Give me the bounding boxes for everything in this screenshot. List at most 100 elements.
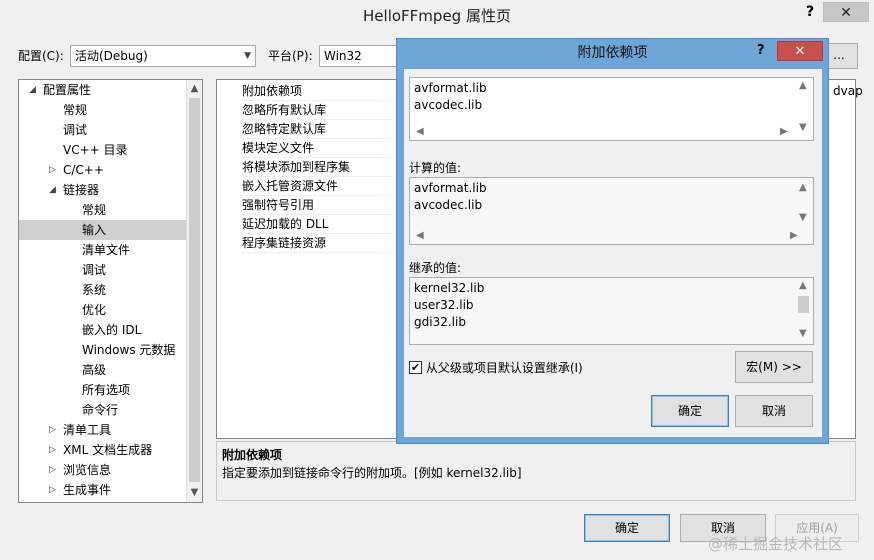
scroll-down-icon[interactable]: ▼	[187, 484, 202, 501]
scroll-thumb[interactable]	[189, 98, 200, 482]
help-button[interactable]: ?	[800, 2, 820, 22]
property-row[interactable]: 强制符号引用	[242, 196, 392, 215]
tree-item[interactable]: 调试	[19, 120, 186, 140]
config-value: 活动(Debug)	[75, 49, 148, 63]
expanded-arrow-icon[interactable]: ◢	[49, 180, 56, 200]
tree-item[interactable]: 所有选项	[19, 380, 186, 400]
tree-item[interactable]: VC++ 目录	[19, 140, 186, 160]
dialog-close-button[interactable]: ✕	[777, 41, 823, 61]
tree-item-label: C/C++	[63, 163, 104, 177]
inherited-lines: kernel32.lib user32.lib gdi32.lib	[410, 280, 790, 340]
tree-item-label: 优化	[82, 303, 107, 317]
tree-item-label: 输入	[82, 223, 107, 237]
collapsed-arrow-icon[interactable]: ▷	[49, 420, 56, 440]
config-select[interactable]: 活动(Debug) ▼	[70, 45, 256, 67]
tree-item-label: 所有选项	[82, 383, 131, 397]
collapsed-arrow-icon[interactable]: ▷	[49, 440, 56, 460]
tree-item[interactable]: Windows 元数据	[19, 340, 186, 360]
computed-lines: avformat.lib avcodec.lib	[410, 180, 790, 220]
tree-item-label: 高级	[82, 363, 107, 377]
tree-item[interactable]: 高级	[19, 360, 186, 380]
property-row[interactable]: 附加依赖项	[242, 82, 392, 101]
inherit-checkbox-label: 从父级或项目默认设置继承(I)	[425, 361, 583, 375]
scroll-up-icon[interactable]: ▲	[799, 80, 807, 91]
list-item: user32.lib	[414, 298, 474, 312]
scroll-up-icon[interactable]: ▲	[799, 280, 807, 291]
tree-item-label: 常规	[63, 103, 88, 117]
property-row[interactable]: 延迟加载的 DLL	[242, 215, 392, 234]
tree-item[interactable]: 调试	[19, 260, 186, 280]
scroll-right-icon[interactable]: ▶	[790, 230, 798, 241]
tree-item[interactable]: ▷ 浏览信息	[19, 460, 186, 480]
tree-item[interactable]: ▷ C/C++	[19, 160, 186, 180]
dialog-help-button[interactable]: ?	[757, 43, 765, 58]
property-row[interactable]: 程序集链接资源	[242, 234, 392, 253]
tree-item-label: 生成事件	[63, 483, 112, 497]
scroll-up-icon[interactable]: ▲	[799, 182, 807, 193]
dialog-cancel-button[interactable]: 取消	[735, 395, 813, 427]
inherited-values-label: 继承的值:	[409, 261, 462, 275]
chevron-down-icon: ▼	[244, 51, 251, 61]
inherit-checkbox-row[interactable]: ✔ 从父级或项目默认设置继承(I)	[409, 359, 583, 375]
property-row[interactable]: 忽略特定默认库	[242, 120, 392, 139]
platform-label: 平台(P):	[268, 49, 313, 63]
scroll-down-icon[interactable]: ▼	[799, 328, 807, 339]
expanded-arrow-icon[interactable]: ◢	[29, 80, 36, 100]
tree-item[interactable]: 嵌入的 IDL	[19, 320, 186, 340]
tree-item-label: 浏览信息	[63, 463, 112, 477]
tree-item[interactable]: 输入	[19, 220, 186, 240]
dependencies-edit-box[interactable]: avformat.lib avcodec.lib ▲ ▼ ◀ ▶	[409, 77, 814, 141]
collapsed-arrow-icon[interactable]: ▷	[49, 460, 56, 480]
property-row[interactable]: 模块定义文件	[242, 139, 392, 158]
scroll-left-icon[interactable]: ◀	[416, 230, 424, 241]
scroll-left-icon[interactable]: ◀	[416, 126, 424, 137]
additional-dependencies-dialog: 附加依赖项 ? ✕ avformat.lib avcodec.lib ▲ ▼ ◀ …	[396, 38, 829, 444]
property-list: 附加依赖项 忽略所有默认库 忽略特定默认库 模块定义文件 将模块添加到程序集 嵌入托管资源…	[217, 82, 397, 382]
inherited-values-box: kernel32.lib user32.lib gdi32.lib ▲ ▼	[409, 277, 814, 345]
window-close-button[interactable]: ✕	[823, 2, 869, 22]
tree-item[interactable]: 常规	[19, 100, 186, 120]
scroll-right-icon[interactable]: ▶	[780, 126, 788, 137]
tree-item[interactable]: 常规	[19, 200, 186, 220]
property-row[interactable]: 嵌入托管资源文件	[242, 177, 392, 196]
window-title: HelloFFmpeg 属性页	[0, 0, 874, 32]
tree-item-label: 常规	[82, 203, 107, 217]
scroll-up-icon[interactable]: ▲	[187, 80, 202, 97]
tree-item-label: Windows 元数据	[82, 343, 176, 357]
ok-button[interactable]: 确定	[584, 514, 670, 542]
edit-lines: avformat.lib avcodec.lib	[410, 80, 790, 120]
dialog-ok-button[interactable]: 确定	[651, 395, 729, 427]
tree-item[interactable]: ◢ 链接器	[19, 180, 186, 200]
tree-scrollbar[interactable]: ▲ ▼	[186, 80, 202, 502]
computed-values-label: 计算的值:	[409, 161, 462, 175]
scroll-down-icon[interactable]: ▼	[799, 212, 807, 223]
tree-item-label: 链接器	[63, 183, 100, 197]
property-value-peek: dvap	[833, 84, 863, 98]
tree-item[interactable]: 清单文件	[19, 240, 186, 260]
computed-values-box: avformat.lib avcodec.lib ▲ ▼ ◀ ▶	[409, 177, 814, 245]
tree-item-label: VC++ 目录	[63, 143, 128, 157]
tree-item[interactable]: 系统	[19, 280, 186, 300]
collapsed-arrow-icon[interactable]: ▷	[49, 480, 56, 500]
tree-item-label: 命令行	[82, 403, 119, 417]
description-title: 附加依赖项	[222, 448, 283, 462]
tree-item[interactable]: ◢ 配置属性	[19, 80, 186, 100]
property-tree[interactable]: ◢ 配置属性 常规 调试 VC++ 目录 ▷ C/C++ ◢ 链接器 常规 输入 清单文件 调试 系统 优化…	[18, 79, 203, 503]
tree-item-label: XML 文档生成器	[63, 443, 153, 457]
description-text: 指定要添加到链接命令行的附加项。[例如 kernel32.lib]	[222, 466, 522, 480]
scroll-thumb[interactable]	[798, 296, 809, 313]
tree-item[interactable]: 优化	[19, 300, 186, 320]
platform-select[interactable]: Win32	[319, 45, 399, 67]
tree-item-label: 嵌入的 IDL	[82, 323, 142, 337]
tree-item[interactable]: ▷ XML 文档生成器	[19, 440, 186, 460]
scroll-down-icon[interactable]: ▼	[799, 122, 807, 133]
inherit-checkbox[interactable]: ✔	[409, 361, 422, 374]
property-row[interactable]: 将模块添加到程序集	[242, 158, 392, 177]
tree-item[interactable]: 命令行	[19, 400, 186, 420]
macro-button[interactable]: 宏(M) >>	[735, 351, 813, 383]
tree-item[interactable]: ▷ 生成事件	[19, 480, 186, 500]
list-item: avformat.lib	[414, 181, 487, 195]
property-row[interactable]: 忽略所有默认库	[242, 101, 392, 120]
collapsed-arrow-icon[interactable]: ▷	[49, 160, 56, 180]
tree-item[interactable]: ▷ 清单工具	[19, 420, 186, 440]
